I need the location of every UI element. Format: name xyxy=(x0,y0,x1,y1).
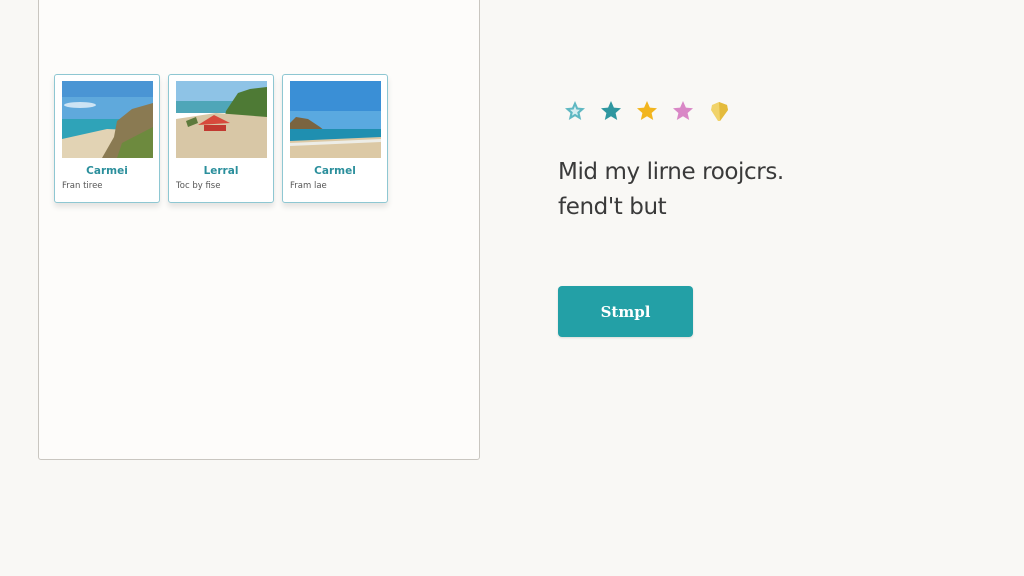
rating-icons xyxy=(563,99,731,123)
message-line-2: fend't but xyxy=(558,194,667,220)
message-text: Mid my lirne roojcrs. fend't but xyxy=(558,155,938,225)
card-subtitle: Toc by fise xyxy=(176,181,221,191)
photo-card[interactable]: Carmel Fram lae xyxy=(282,74,388,203)
primary-action-button[interactable]: Stmpl xyxy=(558,286,693,337)
rocky-shore-photo xyxy=(290,81,381,158)
pink-star-icon[interactable] xyxy=(671,99,695,123)
card-subtitle: Fran tiree xyxy=(62,181,103,191)
left-panel xyxy=(38,0,480,460)
teal-star-icon[interactable] xyxy=(599,99,623,123)
yellow-gem-icon[interactable] xyxy=(707,99,731,123)
card-subtitle: Fram lae xyxy=(290,181,327,191)
yellow-star-icon[interactable] xyxy=(635,99,659,123)
photo-card[interactable]: Carmei Fran tiree xyxy=(54,74,160,203)
card-title: Lerral xyxy=(203,165,239,177)
card-title: Carmel xyxy=(314,165,356,177)
beach-umbrella-photo xyxy=(176,81,267,158)
photo-card-list: Carmei Fran tiree Lerral Toc by fise Car… xyxy=(54,74,388,203)
teal-star-icon[interactable] xyxy=(563,99,587,123)
beach-coast-photo xyxy=(62,81,153,158)
message-line-1: Mid my lirne roojcrs. xyxy=(558,159,784,185)
card-title: Carmei xyxy=(86,165,128,177)
photo-card[interactable]: Lerral Toc by fise xyxy=(168,74,274,203)
